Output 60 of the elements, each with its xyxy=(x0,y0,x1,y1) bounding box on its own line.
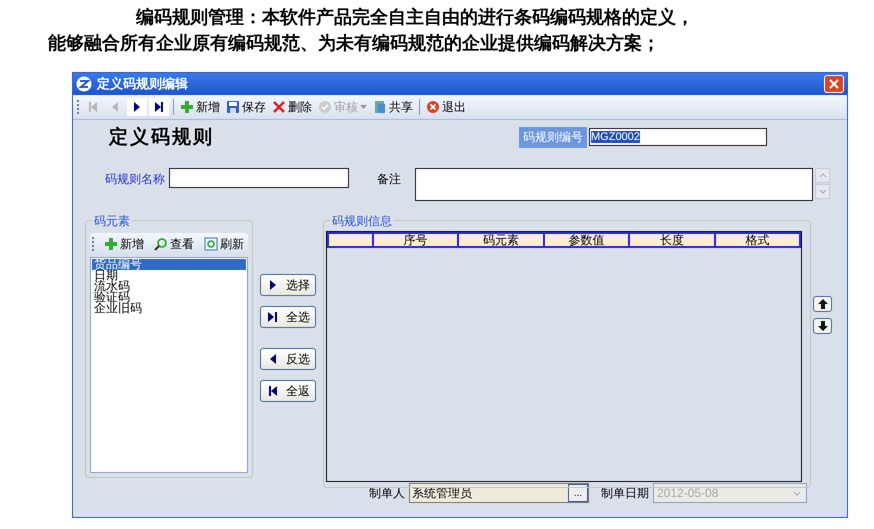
last-record-icon xyxy=(152,100,166,114)
form-heading: 定义码规则 xyxy=(109,126,215,150)
browse-button[interactable]: ... xyxy=(568,484,588,502)
skip-right-icon xyxy=(266,310,280,324)
app-logo-icon xyxy=(76,76,92,92)
refresh-icon xyxy=(204,237,218,251)
field-label: 制单日期 xyxy=(601,484,649,502)
first-record-icon xyxy=(86,100,100,114)
documents-icon xyxy=(373,100,387,114)
close-button[interactable] xyxy=(824,75,844,93)
toolbar-button[interactable]: 保存 xyxy=(224,98,268,116)
plus-icon xyxy=(180,100,194,114)
toolbar-button[interactable]: 新增 xyxy=(178,98,222,116)
group-title: 码规则信息 xyxy=(330,213,394,230)
chevron-down-icon xyxy=(818,189,826,194)
text-area[interactable] xyxy=(415,168,813,201)
field-label: 备注 xyxy=(377,171,401,188)
up-arrow-icon xyxy=(816,297,830,311)
down-arrow-icon xyxy=(816,319,830,333)
move-up-button[interactable] xyxy=(813,296,832,312)
intro-text: 能够融合所有企业原有编码规范、为未有编码规范的企业提供编码解决方案； xyxy=(48,32,661,55)
list-item[interactable]: 日期 xyxy=(92,270,246,281)
transfer-button[interactable]: 全选 xyxy=(260,306,316,328)
check-circle-icon xyxy=(318,100,332,114)
skip-left-icon xyxy=(266,384,280,398)
window-title: 定义码规则编辑 xyxy=(97,75,189,93)
navigation-button[interactable] xyxy=(149,98,169,116)
transfer-button[interactable]: 全返 xyxy=(260,380,316,402)
group-title: 码元素 xyxy=(92,213,132,230)
toolbar-button[interactable]: 新增 xyxy=(102,234,146,254)
chevron-down-icon xyxy=(793,490,801,496)
transfer-button[interactable]: 选择 xyxy=(260,274,316,296)
input-field[interactable] xyxy=(169,168,349,188)
column-header: 格式 xyxy=(714,234,799,246)
magnifier-icon xyxy=(154,237,168,251)
intro-text: 编码规则管理：本软件产品完全自主自由的进行条码编码规格的定义， xyxy=(134,6,695,29)
toolbar-button[interactable]: 删除 xyxy=(270,98,314,116)
input-field[interactable]: MGZ0002 xyxy=(589,128,767,146)
field-label: 码规则名称 xyxy=(105,171,165,188)
navigation-button[interactable] xyxy=(127,98,147,116)
plus-icon xyxy=(104,237,118,251)
chevron-up-icon xyxy=(818,173,826,178)
column-header: 码元素 xyxy=(457,234,543,246)
column-header: 参数值 xyxy=(542,234,628,246)
move-down-button[interactable] xyxy=(813,318,832,334)
toolbar-button[interactable]: 共享 xyxy=(371,98,415,116)
column-header: 长度 xyxy=(628,234,714,246)
transfer-button[interactable]: 反选 xyxy=(260,348,316,370)
close-circle-icon xyxy=(426,100,440,114)
list-item[interactable]: 验证码 xyxy=(92,292,246,303)
toolbar-button[interactable]: 刷新 xyxy=(202,234,246,254)
cross-icon xyxy=(272,100,286,114)
close-icon xyxy=(829,79,839,89)
toolbar-button[interactable]: 查看 xyxy=(152,234,196,254)
list-item[interactable]: 企业旧码 xyxy=(92,303,246,314)
column-header: 序号 xyxy=(372,234,458,246)
field-label: 码规则编号 xyxy=(519,126,587,148)
field-label: 制单人 xyxy=(369,484,405,502)
toolbar-button[interactable]: 退出 xyxy=(424,98,468,116)
list-item[interactable]: 流水码 xyxy=(92,281,246,292)
